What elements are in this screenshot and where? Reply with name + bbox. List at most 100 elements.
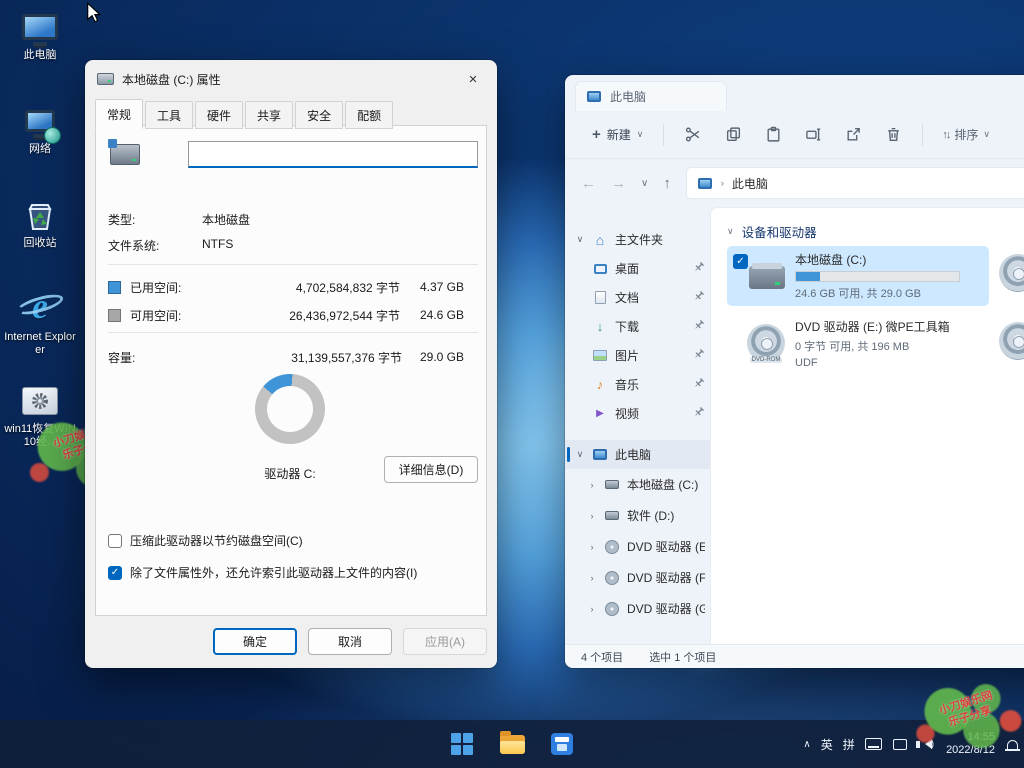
up-button[interactable]: ↑ xyxy=(663,175,671,192)
chevron-down-icon[interactable]: ∨ xyxy=(575,449,585,460)
back-button[interactable]: ← xyxy=(581,175,596,192)
free-space-row: 可用空间: 26,436,972,544 字节 24.6 GB xyxy=(108,305,464,325)
drive-detail: 24.6 GB 可用, 共 29.0 GB xyxy=(795,285,960,301)
tab-hardware[interactable]: 硬件 xyxy=(195,101,243,129)
chevron-right-icon[interactable]: › xyxy=(587,573,597,583)
explorer-tab-title: 此电脑 xyxy=(610,88,646,105)
desktop-icon-this-pc[interactable]: 此电脑 xyxy=(2,8,78,62)
volume-label-input[interactable] xyxy=(188,141,478,168)
sidebar-item-dvd-g[interactable]: › DVD 驱动器 (G:) xyxy=(565,593,710,624)
sidebar-item-dvd-f[interactable]: › DVD 驱动器 (F:) xyxy=(565,562,710,593)
sidebar-item-videos[interactable]: ▶ 视频 xyxy=(565,399,710,428)
scissors-icon xyxy=(685,126,702,143)
compress-checkbox-label: 压缩此驱动器以节约磁盘空间(C) xyxy=(130,532,303,549)
tab-quota[interactable]: 配额 xyxy=(345,101,393,129)
volume-icon[interactable]: ) xyxy=(916,739,934,750)
drive-filesystem: UDF xyxy=(795,357,950,369)
cut-button[interactable] xyxy=(675,119,711,151)
dialog-titlebar[interactable]: 本地磁盘 (C:) 属性 × xyxy=(85,60,497,98)
index-checkbox-row[interactable]: ✓ 除了文件属性外，还允许索引此驱动器上文件的内容(I) xyxy=(108,564,417,581)
tab-general[interactable]: 常规 xyxy=(95,99,143,129)
taskbar-store[interactable] xyxy=(542,724,582,764)
chevron-right-icon[interactable]: › xyxy=(587,480,597,490)
watermark-text: 小刀娱乐网 xyxy=(938,689,994,717)
capacity-bar-fill xyxy=(796,272,820,281)
taskbar: ∧ 英 拼 ) 14:55 2022/8/12 xyxy=(0,720,1024,768)
start-button[interactable] xyxy=(442,724,482,764)
divider xyxy=(108,264,478,265)
address-breadcrumb[interactable]: › 此电脑 xyxy=(686,167,1024,199)
details-button[interactable]: 详细信息(D) xyxy=(384,456,478,483)
sidebar-item-drive-d[interactable]: › 软件 (D:) xyxy=(565,500,710,531)
network-icon[interactable] xyxy=(892,739,906,750)
section-header-label: 设备和驱动器 xyxy=(742,222,817,241)
chevron-down-icon: ∨ xyxy=(727,226,734,237)
sidebar-item-desktop[interactable]: 桌面 xyxy=(565,254,710,283)
explorer-titlebar[interactable]: 此电脑 xyxy=(565,75,1024,111)
paste-button[interactable] xyxy=(755,119,791,151)
compress-checkbox[interactable] xyxy=(108,534,122,548)
ok-button-label: 确定 xyxy=(243,633,267,650)
delete-button[interactable] xyxy=(875,119,911,151)
explorer-tab[interactable]: 此电脑 xyxy=(575,81,727,111)
download-icon: ↓ xyxy=(597,319,604,334)
drive-item-e[interactable]: DVD-ROM DVD 驱动器 (E:) 微PE工具箱 0 字节 可用, 共 1… xyxy=(727,314,989,372)
sidebar-item-label: 音乐 xyxy=(615,376,686,393)
taskbar-file-explorer[interactable] xyxy=(492,724,532,764)
sidebar-item-home[interactable]: ∨ ⌂ 主文件夹 xyxy=(565,225,710,254)
clock[interactable]: 14:55 2022/8/12 xyxy=(946,731,995,757)
sidebar-item-pictures[interactable]: 图片 xyxy=(565,341,710,370)
sidebar-item-drive-c[interactable]: › 本地磁盘 (C:) xyxy=(565,469,710,500)
windows-logo-icon xyxy=(451,733,473,755)
rename-button[interactable] xyxy=(795,119,831,151)
chevron-right-icon[interactable]: › xyxy=(587,604,597,614)
drive-name: DVD 驱动器 (E:) 微PE工具箱 xyxy=(795,318,950,335)
sidebar-item-label: 此电脑 xyxy=(615,446,705,463)
share-button[interactable] xyxy=(835,119,871,151)
sidebar-item-downloads[interactable]: ↓ 下载 xyxy=(565,312,710,341)
chevron-down-icon[interactable]: ∨ xyxy=(575,234,585,245)
ok-button[interactable]: 确定 xyxy=(213,628,297,655)
desktop-icon-win11-restore[interactable]: win11恢复WIN10经... xyxy=(2,382,78,449)
sort-button[interactable]: ↑↓ 排序 ∨ xyxy=(934,119,998,151)
notification-bell-icon[interactable] xyxy=(1007,740,1018,749)
desktop-icon-internet-explorer[interactable]: e Internet Explorer xyxy=(2,284,78,357)
new-button[interactable]: + 新建 ∨ xyxy=(583,119,652,151)
document-icon xyxy=(595,291,606,304)
copy-button[interactable] xyxy=(715,119,751,151)
ime-indicator[interactable]: 拼 xyxy=(843,736,855,753)
store-icon xyxy=(551,733,573,755)
tab-sharing[interactable]: 共享 xyxy=(245,101,293,129)
tab-tools[interactable]: 工具 xyxy=(145,101,193,129)
breadcrumb-root[interactable]: 此电脑 xyxy=(732,175,768,192)
history-dropdown[interactable]: ∨ xyxy=(641,178,648,189)
toolbar-divider xyxy=(922,124,923,146)
tab-security[interactable]: 安全 xyxy=(295,101,343,129)
desktop-icon-network[interactable]: 网络 xyxy=(2,102,78,156)
drive-item-c[interactable]: ✓ 本地磁盘 (C:) 24.6 GB 可用, 共 29.0 GB xyxy=(727,246,989,306)
desktop-icon-recycle-bin[interactable]: 回收站 xyxy=(2,196,78,250)
index-checkbox[interactable]: ✓ xyxy=(108,566,122,580)
cancel-button[interactable]: 取消 xyxy=(308,628,392,655)
sidebar-item-music[interactable]: ♪ 音乐 xyxy=(565,370,710,399)
cancel-button-label: 取消 xyxy=(338,633,362,650)
chevron-right-icon[interactable]: › xyxy=(587,542,597,552)
content-pane: ∨ 设备和驱动器 ✓ 本地磁盘 (C:) 24.6 GB 可用, 共 29.0 … xyxy=(710,207,1024,644)
sidebar-item-documents[interactable]: 文档 xyxy=(565,283,710,312)
speaker-wave: ) xyxy=(931,739,934,750)
sidebar-item-dvd-e[interactable]: › DVD 驱动器 (E:) xyxy=(565,531,710,562)
compress-checkbox-row[interactable]: 压缩此驱动器以节约磁盘空间(C) xyxy=(108,532,303,549)
sidebar-item-this-pc[interactable]: ∨ 此电脑 xyxy=(565,440,710,469)
desktop-icon xyxy=(594,264,607,274)
dvd-icon xyxy=(605,540,619,554)
devices-and-drives-header[interactable]: ∨ 设备和驱动器 xyxy=(727,222,817,241)
tray-overflow-button[interactable]: ∧ xyxy=(803,739,810,750)
close-button[interactable]: × xyxy=(455,65,491,93)
navigation-bar: ← → ∨ ↑ › 此电脑 xyxy=(565,159,1024,207)
tab-label: 工具 xyxy=(157,109,181,123)
forward-button[interactable]: → xyxy=(611,175,626,192)
item-checkbox[interactable]: ✓ xyxy=(733,254,748,269)
touch-keyboard-icon[interactable] xyxy=(865,738,882,750)
chevron-right-icon[interactable]: › xyxy=(587,511,597,521)
ime-mode-indicator[interactable]: 英 xyxy=(821,736,833,753)
